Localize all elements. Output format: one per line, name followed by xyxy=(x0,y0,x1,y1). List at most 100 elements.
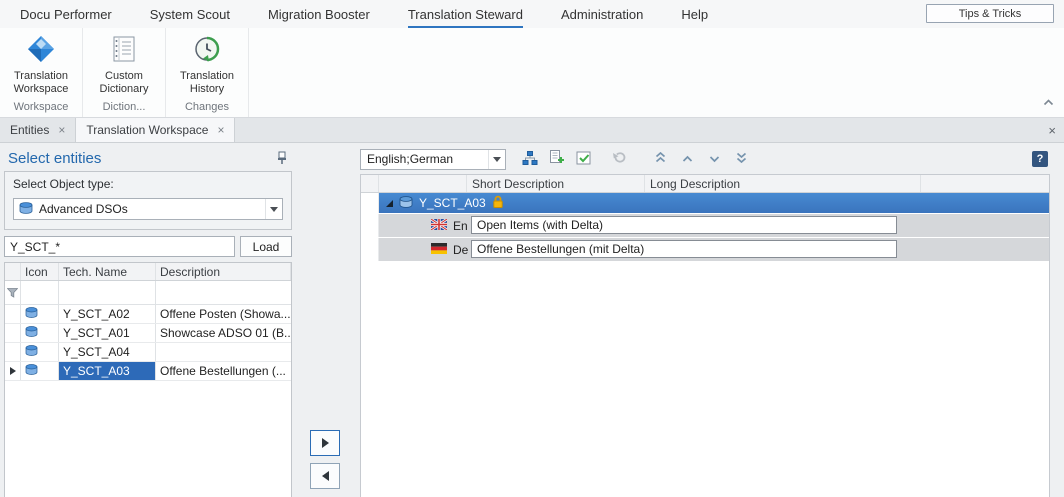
dropdown-arrow-icon[interactable] xyxy=(265,199,282,219)
add-to-workspace-button[interactable] xyxy=(310,430,340,456)
entity-node-row[interactable]: Y_SCT_A03 xyxy=(361,193,1049,214)
tab-label: Translation Workspace xyxy=(86,123,208,137)
tab-entities[interactable]: Entities × xyxy=(0,118,76,142)
close-icon[interactable]: × xyxy=(58,124,65,136)
translation-history-button[interactable]: Translation History xyxy=(173,32,241,101)
close-icon[interactable]: × xyxy=(217,124,224,136)
hierarchy-view-button[interactable] xyxy=(519,149,541,169)
column-header-tech-name[interactable]: Tech. Name xyxy=(59,263,156,280)
row-indicator-cell xyxy=(361,193,379,213)
translation-workspace-icon xyxy=(26,34,56,67)
language-label: En xyxy=(453,219,468,233)
focused-row-indicator-icon xyxy=(10,367,16,375)
collapse-node-icon[interactable] xyxy=(386,200,393,207)
tech-name-cell: Y_SCT_A04 xyxy=(59,343,156,361)
ribbon-button-label: Translation History xyxy=(174,70,240,96)
ribbon-group-caption[interactable]: Workspace xyxy=(0,101,82,117)
table-row[interactable]: Y_SCT_A01 Showcase ADSO 01 (B... xyxy=(5,324,291,343)
ribbon-group-caption[interactable]: Changes xyxy=(166,101,248,117)
filter-funnel-icon xyxy=(5,281,21,304)
row-indicator-cell xyxy=(361,238,379,261)
row-indicator-header xyxy=(5,263,21,280)
column-header-short-description[interactable]: Short Description xyxy=(467,175,645,192)
object-type-value: Advanced DSOs xyxy=(39,202,128,216)
tech-name-cell: Y_SCT_A01 xyxy=(59,324,156,342)
table-row-selected[interactable]: Y_SCT_A03 Offene Bestellungen (... xyxy=(5,362,291,381)
undo-button[interactable] xyxy=(608,149,630,169)
ribbon-collapse-button[interactable] xyxy=(1043,95,1054,109)
remove-from-workspace-button[interactable] xyxy=(310,463,340,489)
transfer-button-column xyxy=(296,143,354,497)
tech-name-filter-input[interactable] xyxy=(4,236,235,257)
menu-item-docu-performer[interactable]: Docu Performer xyxy=(20,0,112,28)
entity-table-header: Icon Tech. Name Description xyxy=(5,263,291,281)
close-icon[interactable]: × xyxy=(1048,118,1056,142)
table-row[interactable]: Y_SCT_A04 xyxy=(5,343,291,362)
translation-row[interactable]: En xyxy=(361,214,1049,238)
translation-toolbar: English;German xyxy=(358,146,1050,173)
confirm-translations-button[interactable] xyxy=(573,149,595,169)
language-pair-value: English;German xyxy=(367,152,453,166)
translation-grid-header: Short Description Long Description xyxy=(361,175,1049,193)
arrow-right-icon xyxy=(322,438,329,448)
tips-and-tricks-button[interactable]: Tips & Tricks xyxy=(926,4,1054,23)
double-chevron-down-icon xyxy=(735,152,748,166)
scroll-first-button[interactable] xyxy=(649,149,671,169)
scroll-next-button[interactable] xyxy=(703,149,725,169)
scroll-prev-button[interactable] xyxy=(676,149,698,169)
document-tab-bar: Entities × Translation Workspace × × xyxy=(0,118,1064,143)
auto-filter-row[interactable] xyxy=(5,281,291,305)
column-header-long-description[interactable]: Long Description xyxy=(645,175,921,192)
chevron-down-icon xyxy=(708,152,721,166)
entity-node-name: Y_SCT_A03 xyxy=(419,196,486,210)
menu-item-administration[interactable]: Administration xyxy=(561,0,643,28)
description-cell: Offene Bestellungen (... xyxy=(156,362,291,380)
select-entities-panel: Select entities Select Object type: A xyxy=(0,143,296,497)
object-type-combo[interactable]: Advanced DSOs xyxy=(13,198,283,220)
adso-icon xyxy=(25,326,38,340)
main-area: Select entities Select Object type: A xyxy=(0,143,1064,497)
tab-label: Entities xyxy=(10,123,49,137)
translation-panel: English;German xyxy=(354,143,1064,497)
dropdown-arrow-icon[interactable] xyxy=(488,150,505,169)
pin-icon[interactable] xyxy=(276,151,288,165)
adso-icon xyxy=(25,307,38,321)
scroll-last-button[interactable] xyxy=(730,149,752,169)
menu-item-translation-steward[interactable]: Translation Steward xyxy=(408,0,523,28)
tech-name-cell: Y_SCT_A03 xyxy=(59,362,156,380)
language-label: De xyxy=(453,243,468,257)
tab-translation-workspace[interactable]: Translation Workspace × xyxy=(76,118,235,142)
translation-row[interactable]: De xyxy=(361,238,1049,262)
uk-flag-icon xyxy=(431,219,447,233)
custom-dictionary-button[interactable]: Custom Dictionary xyxy=(90,32,158,101)
help-button[interactable]: ? xyxy=(1032,151,1048,167)
menu-item-system-scout[interactable]: System Scout xyxy=(150,0,230,28)
translation-workspace-button[interactable]: Translation Workspace xyxy=(7,32,75,101)
short-description-input[interactable] xyxy=(471,240,897,258)
sitemap-icon xyxy=(522,151,538,168)
chevron-up-icon xyxy=(681,152,694,166)
row-indicator-cell xyxy=(361,214,379,237)
description-cell: Showcase ADSO 01 (B... xyxy=(156,324,291,342)
column-header-entity[interactable] xyxy=(379,175,467,192)
table-row[interactable]: Y_SCT_A02 Offene Posten (Showa... xyxy=(5,305,291,324)
column-header-icon[interactable]: Icon xyxy=(21,263,59,280)
description-cell xyxy=(156,343,291,361)
column-header-description[interactable]: Description xyxy=(156,263,291,280)
object-type-groupbox: Select Object type: Advanced DSOs xyxy=(4,171,292,230)
description-cell: Offene Posten (Showa... xyxy=(156,305,291,323)
menu-item-help[interactable]: Help xyxy=(681,0,708,28)
load-button[interactable]: Load xyxy=(240,236,292,257)
ribbon-group-caption[interactable]: Diction... xyxy=(83,101,165,117)
ribbon: Translation Workspace Workspace xyxy=(0,28,1064,118)
name-filter-row: Load xyxy=(4,236,292,257)
entity-node-bar[interactable]: Y_SCT_A03 xyxy=(379,193,1049,213)
panel-title: Select entities xyxy=(8,150,101,167)
menu-item-migration-booster[interactable]: Migration Booster xyxy=(268,0,370,28)
language-pair-combo[interactable]: English;German xyxy=(360,149,506,170)
add-translation-button[interactable] xyxy=(546,149,568,169)
entity-table: Icon Tech. Name Description xyxy=(4,262,292,497)
menubar: Docu Performer System Scout Migration Bo… xyxy=(0,0,1064,28)
short-description-input[interactable] xyxy=(471,216,897,234)
ribbon-group-changes: Translation History Changes xyxy=(166,28,249,117)
